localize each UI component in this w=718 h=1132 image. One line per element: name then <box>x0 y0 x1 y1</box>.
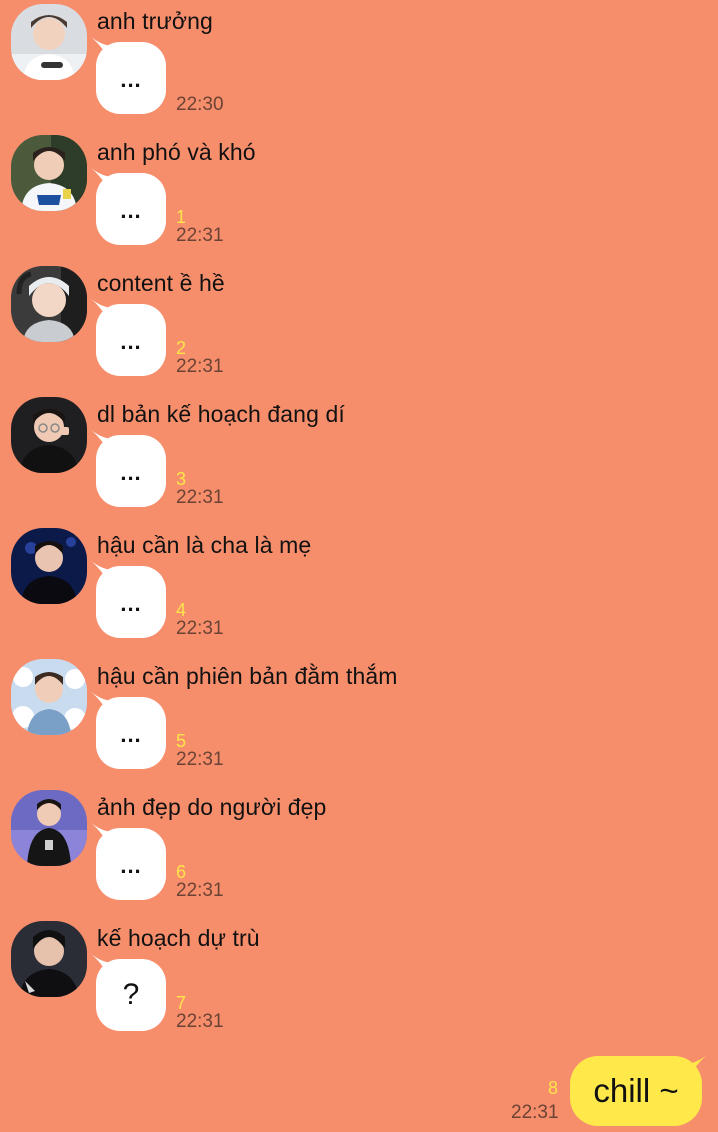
avatar-icon <box>11 659 87 735</box>
sender-name: anh trưởng <box>97 8 213 34</box>
incoming-message: ảnh đẹp do người đẹp ... 6 22:31 <box>0 786 718 906</box>
timestamp: 22:31 <box>176 880 224 901</box>
avatar[interactable] <box>11 790 87 866</box>
avatar[interactable] <box>11 659 87 735</box>
incoming-message: anh phó và khó ... 1 22:31 <box>0 131 718 251</box>
timestamp: 22:31 <box>176 356 224 377</box>
incoming-message: dl bản kế hoạch đang dí ... 3 22:31 <box>0 393 718 513</box>
sender-name: kế hoạch dự trù <box>97 925 260 951</box>
message-bubble[interactable]: ... <box>96 173 166 245</box>
message-bubble[interactable]: ... <box>96 828 166 900</box>
avatar[interactable] <box>11 266 87 342</box>
outgoing-timestamp: 22:31 <box>511 1102 559 1123</box>
avatar-icon <box>11 397 87 473</box>
sender-name: hậu cần phiên bản đằm thắm <box>97 663 398 689</box>
message-bubble[interactable]: ... <box>96 566 166 638</box>
timestamp: 22:31 <box>176 487 224 508</box>
sender-name: content ề hề <box>97 270 225 296</box>
outgoing-unread-count: 8 <box>548 1078 559 1098</box>
avatar-icon <box>11 921 87 997</box>
message-bubble[interactable]: ? <box>96 959 166 1031</box>
incoming-message: hậu cần là cha là mẹ ... 4 22:31 <box>0 524 718 644</box>
avatar-icon <box>11 135 87 211</box>
timestamp: 22:31 <box>176 225 224 246</box>
timestamp: 22:30 <box>176 94 224 115</box>
sender-name: hậu cần là cha là mẹ <box>97 532 312 558</box>
avatar[interactable] <box>11 528 87 604</box>
message-bubble[interactable]: ... <box>96 435 166 507</box>
incoming-message: kế hoạch dự trù ? 7 22:31 <box>0 917 718 1037</box>
avatar[interactable] <box>11 4 87 80</box>
incoming-message: anh trưởng ... 22:30 <box>0 0 718 120</box>
avatar[interactable] <box>11 921 87 997</box>
timestamp: 22:31 <box>176 618 224 639</box>
timestamp: 22:31 <box>176 1011 224 1032</box>
avatar-icon <box>11 4 87 80</box>
sender-name: dl bản kế hoạch đang dí <box>97 401 345 427</box>
message-bubble[interactable]: ... <box>96 42 166 114</box>
avatar-icon <box>11 790 87 866</box>
avatar-icon <box>11 528 87 604</box>
incoming-message: content ề hề ... 2 22:31 <box>0 262 718 382</box>
outgoing-message-bubble[interactable]: chill ~ <box>570 1056 702 1126</box>
sender-name: anh phó và khó <box>97 139 256 165</box>
message-bubble[interactable]: ... <box>96 304 166 376</box>
sender-name: ảnh đẹp do người đẹp <box>97 794 327 820</box>
avatar-icon <box>11 266 87 342</box>
avatar[interactable] <box>11 397 87 473</box>
avatar[interactable] <box>11 135 87 211</box>
timestamp: 22:31 <box>176 749 224 770</box>
message-bubble[interactable]: ... <box>96 697 166 769</box>
incoming-message: hậu cần phiên bản đằm thắm ... 5 22:31 <box>0 655 718 775</box>
chat-room: anh trưởng ... 22:30 anh phó và khó ... … <box>0 0 718 1132</box>
